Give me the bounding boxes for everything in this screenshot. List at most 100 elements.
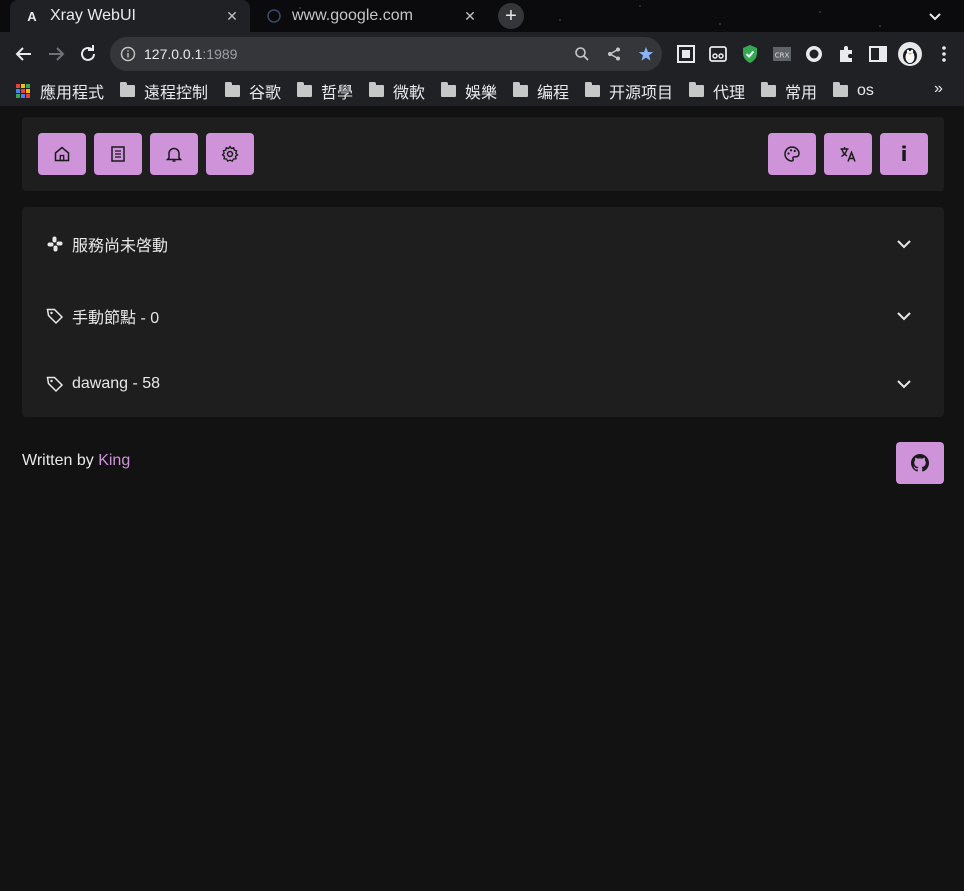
page-content: i 服務尚未啓動 手動節點 - 0 dawang - 58 Written by… [0,106,964,891]
browser-menu-icon[interactable] [934,44,954,64]
tab-title: www.google.com [292,7,413,24]
app-toolbar: i [22,117,944,191]
bookmarks-bar: 應用程式 遠程控制 谷歌 哲學 微軟 娛樂 编程 开源项目 代理 常用 os » [0,76,964,106]
bookmark-folder[interactable]: 常用 [761,80,817,102]
tag-icon [46,307,64,325]
bookmark-label: 代理 [713,85,746,102]
bookmark-label: os [857,82,874,99]
author-link[interactable]: King [98,452,130,469]
zoom-search-icon[interactable] [574,46,590,62]
folder-icon [761,82,776,97]
folder-icon [369,82,384,97]
globe-icon [266,8,282,24]
log-icon [111,146,125,162]
github-icon [911,454,929,472]
theme-button[interactable] [768,133,816,175]
tag-icon [46,375,64,393]
bookmark-folder[interactable]: 微軟 [369,80,425,102]
panel-title: 服務尚未啓動 [72,238,169,255]
extensions-puzzle-icon[interactable] [836,44,856,64]
folder-icon [120,82,135,97]
bookmark-label: 哲學 [321,85,354,102]
chevron-down-icon[interactable] [894,306,914,326]
apps-grid-icon [16,84,30,98]
site-info-icon[interactable] [120,46,136,62]
settings-button[interactable] [206,133,254,175]
folder-icon [441,82,456,97]
back-icon[interactable] [12,42,36,66]
about-button[interactable]: i [880,133,928,175]
new-tab-button[interactable]: + [498,3,524,29]
bookmark-label: 遠程控制 [144,85,209,102]
translate-icon [840,147,856,162]
svg-text:CRX: CRX [775,52,790,60]
url-port: :1989 [202,46,238,62]
notification-icon [165,147,183,162]
record-extension-icon[interactable] [804,44,824,64]
bookmark-label: 常用 [785,85,818,102]
bookmark-star-icon[interactable] [638,46,654,62]
folder-icon [833,82,848,97]
tab-search-chevron-icon[interactable] [924,5,946,27]
screenshot-extension-icon[interactable] [676,44,696,64]
footer-credit: Written by King [22,452,130,470]
close-tab-icon[interactable]: ✕ [222,8,242,25]
tab-strip: A Xray WebUI ✕ www.google.com ✕ + [0,0,964,32]
language-button[interactable] [824,133,872,175]
folder-icon [297,82,312,97]
side-panel-icon[interactable] [868,44,888,64]
xray-favicon-icon: A [27,8,37,24]
close-tab-icon[interactable]: ✕ [460,8,480,25]
tab-xray-webui[interactable]: A Xray WebUI ✕ [10,0,250,32]
crx-extension-icon[interactable]: CRX [772,44,792,64]
bookmarks-overflow-button[interactable]: » [934,80,943,98]
bookmark-folder[interactable]: os [833,80,874,102]
panel-manual-nodes[interactable]: 手動節點 - 0 [22,288,944,344]
bookmark-label: 娛樂 [465,85,498,102]
shield-extension-icon[interactable] [740,44,760,64]
written-by-label: Written by [22,452,94,469]
reload-icon[interactable] [76,42,100,66]
home-icon [54,146,70,162]
browser-toolbar: 127.0.0.1:1989 CRX [0,32,964,76]
reader-extension-icon[interactable] [708,44,728,64]
info-icon: i [900,142,908,166]
bookmark-label: 编程 [537,85,570,102]
folder-icon [585,82,600,97]
tab-title: Xray WebUI [50,7,136,24]
bookmark-folder[interactable]: 谷歌 [225,80,281,102]
share-icon[interactable] [606,46,622,62]
bookmark-folder[interactable]: 开源项目 [585,80,673,102]
panel-title: dawang - 58 [72,375,161,392]
logs-button[interactable] [94,133,142,175]
folder-icon [689,82,704,97]
bookmark-folder[interactable]: 遠程控制 [120,80,208,102]
bookmark-folder[interactable]: 编程 [513,80,569,102]
bookmark-label: 微軟 [393,85,426,102]
settings-icon [221,145,239,163]
forward-icon[interactable] [44,42,68,66]
address-bar[interactable]: 127.0.0.1:1989 [110,37,662,71]
notifications-button[interactable] [150,133,198,175]
bookmark-apps[interactable]: 應用程式 [16,80,104,102]
chevron-down-icon[interactable] [894,374,914,394]
profile-avatar-icon[interactable] [898,42,922,66]
home-button[interactable] [38,133,86,175]
tab-google[interactable]: www.google.com ✕ [252,0,488,32]
panel-service-status[interactable]: 服務尚未啓動 [22,216,944,272]
chevron-down-icon[interactable] [894,234,914,254]
bookmark-label: 谷歌 [249,85,282,102]
bookmark-label: 應用程式 [40,85,105,102]
bookmark-folder[interactable]: 娛樂 [441,80,497,102]
expansion-panels: 服務尚未啓動 手動節點 - 0 dawang - 58 [22,207,944,417]
bookmark-label: 开源项目 [609,85,674,102]
panel-subscription-dawang[interactable]: dawang - 58 [22,356,944,412]
folder-icon [225,82,240,97]
bookmark-folder[interactable]: 哲學 [297,80,353,102]
cluster-icon [46,235,64,253]
palette-icon [784,146,800,162]
url-host: 127.0.0.1 [144,46,203,62]
github-button[interactable] [896,442,944,484]
folder-icon [513,82,528,97]
bookmark-folder[interactable]: 代理 [689,80,745,102]
